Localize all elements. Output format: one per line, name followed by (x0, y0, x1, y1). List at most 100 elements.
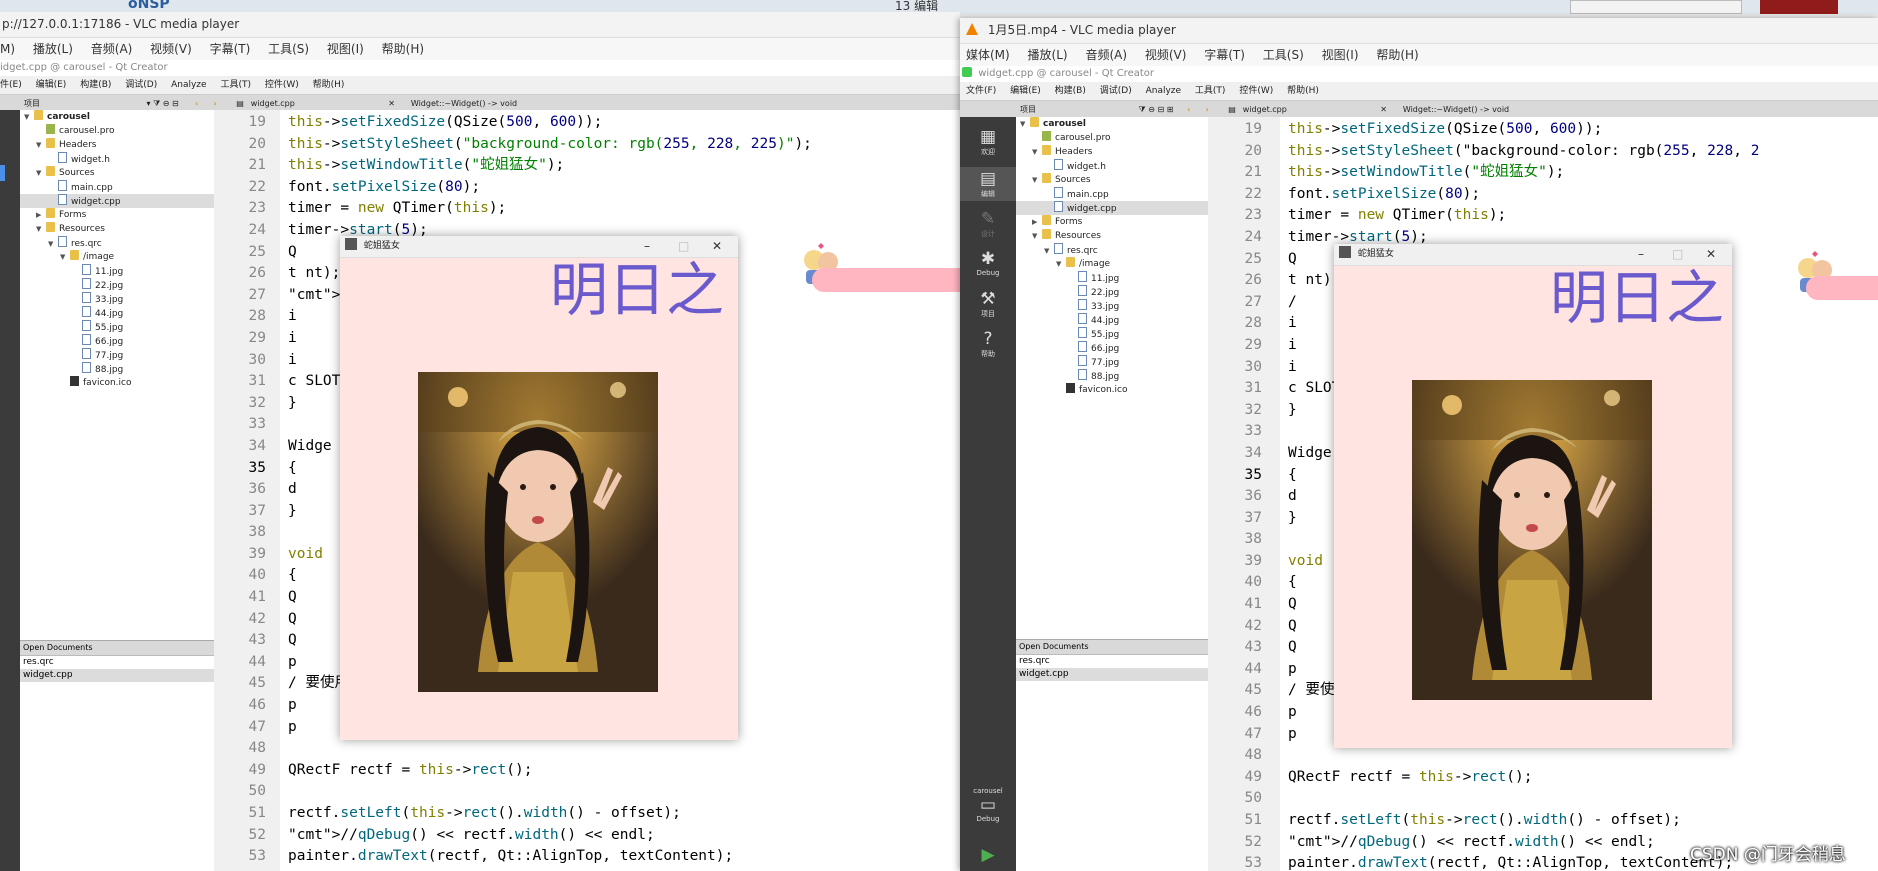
code-line[interactable]: rectf.setLeft(this->rect().width() - off… (1288, 810, 1878, 832)
maximize-icon[interactable]: □ (1672, 244, 1683, 265)
left-vlc-menu-3[interactable]: 视频(V) (150, 42, 192, 56)
code-line[interactable]: this->setStyleSheet("background-color: r… (288, 134, 960, 156)
tree-item[interactable]: ▼ carousel (1016, 117, 1208, 131)
mode-projects[interactable]: ⚒ 项目 (960, 289, 1016, 319)
code-line[interactable]: this->setWindowTitle("蛇姐猛女"); (288, 155, 960, 177)
open-doc-item[interactable]: res.qrc (20, 656, 214, 669)
expand-arrow-icon[interactable]: ▼ (1044, 244, 1054, 258)
left-vlc-menu-6[interactable]: 视图(I) (327, 42, 364, 56)
kit-selector[interactable]: carousel ▭ Debug (960, 787, 1016, 823)
tree-item[interactable]: 66.jpg (20, 334, 214, 348)
tree-item[interactable]: 55.jpg (1016, 327, 1208, 341)
tree-item[interactable]: 11.jpg (20, 264, 214, 278)
left-qt-menu-1[interactable]: 编辑(E) (36, 80, 67, 90)
code-line[interactable]: font.setPixelSize(80); (288, 177, 960, 199)
left-qt-menu-2[interactable]: 构建(B) (80, 80, 111, 90)
expand-arrow-icon[interactable]: ▼ (36, 166, 46, 180)
left-qt-menu-6[interactable]: 控件(W) (265, 80, 299, 90)
tree-item[interactable]: 88.jpg (20, 362, 214, 376)
tree-item[interactable]: ▼ Sources (20, 166, 214, 180)
right-vlc-menu-4[interactable]: 字幕(T) (1204, 48, 1245, 62)
tree-item[interactable]: 44.jpg (20, 306, 214, 320)
tree-item[interactable]: ▶ Forms (20, 208, 214, 222)
tree-item[interactable]: ▼ Resources (20, 222, 214, 236)
tree-item[interactable]: 66.jpg (1016, 341, 1208, 355)
right-qt-menu-1[interactable]: 编辑(E) (1010, 86, 1041, 96)
nav-back-icon[interactable]: ‹ (1187, 101, 1203, 118)
mode-design[interactable]: ✎ 设计 (960, 209, 1016, 239)
minimize-icon[interactable]: – (644, 236, 650, 257)
left-qt-menu-4[interactable]: Analyze (171, 80, 206, 90)
tree-item[interactable]: favicon.ico (1016, 383, 1208, 397)
right-file-tab[interactable]: widget.cpp (1243, 101, 1378, 118)
mode-debug[interactable]: ✱ Debug (960, 249, 1016, 277)
open-doc-item[interactable]: widget.cpp (20, 669, 214, 682)
code-line[interactable]: painter.drawText(rectf, Qt::AlignTop, te… (288, 846, 960, 868)
right-vlc-menu-0[interactable]: 媒体(M) (966, 48, 1010, 62)
right-vlc-menu-2[interactable]: 音频(A) (1085, 48, 1127, 62)
tree-item[interactable]: 77.jpg (20, 348, 214, 362)
code-line[interactable] (288, 738, 960, 760)
left-qt-menu-7[interactable]: 帮助(H) (313, 80, 345, 90)
code-line[interactable]: this->setWindowTitle("蛇姐猛女"); (1288, 162, 1878, 184)
maximize-icon[interactable]: □ (678, 236, 689, 257)
left-qt-menu-5[interactable]: 工具(T) (220, 80, 251, 90)
tree-item[interactable]: widget.h (20, 152, 214, 166)
left-mode-indicator-icon[interactable] (0, 165, 5, 181)
right-vlc-menu-5[interactable]: 工具(S) (1263, 48, 1304, 62)
right-vlc-menu-3[interactable]: 视频(V) (1145, 48, 1187, 62)
tree-item[interactable]: 22.jpg (1016, 285, 1208, 299)
left-vlc-menu-5[interactable]: 工具(S) (268, 42, 309, 56)
expand-arrow-icon[interactable]: ▼ (60, 250, 70, 264)
tree-item[interactable]: carousel.pro (1016, 131, 1208, 145)
code-line[interactable]: timer = new QTimer(this); (288, 198, 960, 220)
right-qt-menu-7[interactable]: 帮助(H) (1287, 86, 1319, 96)
code-line[interactable] (1288, 788, 1878, 810)
tree-item[interactable]: ▼ /image (1016, 257, 1208, 271)
collapse-arrow-icon[interactable]: ▶ (36, 208, 46, 222)
code-line[interactable]: font.setPixelSize(80); (1288, 184, 1878, 206)
expand-arrow-icon[interactable]: ▼ (1032, 229, 1042, 243)
right-vlc-menu-7[interactable]: 帮助(H) (1376, 48, 1418, 62)
right-app-window[interactable]: 蛇姐猛女 – □ ✕ 明日之 (1334, 244, 1732, 748)
tree-item[interactable]: 44.jpg (1016, 313, 1208, 327)
close-icon[interactable]: ✕ (1706, 244, 1716, 265)
code-line[interactable] (1288, 745, 1878, 767)
expand-arrow-icon[interactable]: ▼ (1032, 145, 1042, 159)
left-vlc-menu-2[interactable]: 音频(A) (91, 42, 133, 56)
tree-item[interactable]: ▼ carousel (20, 110, 214, 124)
tree-item[interactable]: 33.jpg (1016, 299, 1208, 313)
tree-item[interactable]: ▼ res.qrc (1016, 243, 1208, 257)
tree-item[interactable]: ▼ Headers (20, 138, 214, 152)
right-qt-menu-6[interactable]: 控件(W) (1239, 86, 1273, 96)
tree-item[interactable]: widget.h (1016, 159, 1208, 173)
code-line[interactable]: rectf.setLeft(this->rect().width() - off… (288, 803, 960, 825)
expand-arrow-icon[interactable]: ▼ (1032, 173, 1042, 187)
close-tab-icon[interactable]: ✕ (1380, 101, 1394, 118)
right-qt-menu-0[interactable]: 文件(F) (966, 86, 996, 96)
left-qt-menu-0[interactable]: 件(E) (0, 80, 22, 90)
close-icon[interactable]: ✕ (712, 236, 722, 257)
code-line[interactable]: this->setStyleSheet("background-color: r… (1288, 141, 1878, 163)
tree-item[interactable]: 77.jpg (1016, 355, 1208, 369)
left-vlc-menu-4[interactable]: 字幕(T) (210, 42, 251, 56)
tree-item[interactable]: 88.jpg (1016, 369, 1208, 383)
code-line[interactable]: QRectF rectf = this->rect(); (1288, 767, 1878, 789)
left-vlc-menu-1[interactable]: 播放(L) (33, 42, 73, 56)
code-line[interactable]: this->setFixedSize(QSize(500, 600)); (1288, 119, 1878, 141)
left-vlc-menu-7[interactable]: 帮助(H) (382, 42, 424, 56)
tree-item[interactable]: main.cpp (20, 180, 214, 194)
tree-item[interactable]: ▼ res.qrc (20, 236, 214, 250)
tree-item[interactable]: ▼ /image (20, 250, 214, 264)
right-qt-menu-2[interactable]: 构建(B) (1055, 86, 1086, 96)
right-vlc-menu-1[interactable]: 播放(L) (1028, 48, 1068, 62)
nav-forward-icon[interactable]: › (1206, 101, 1226, 118)
expand-arrow-icon[interactable]: ▼ (1056, 257, 1066, 271)
expand-arrow-icon[interactable]: ▼ (36, 138, 46, 152)
mode-edit[interactable]: ▤ 编辑 (960, 167, 1016, 201)
right-qt-menu-4[interactable]: Analyze (1146, 86, 1181, 96)
tree-item[interactable]: widget.cpp (1016, 201, 1208, 215)
tree-item[interactable]: carousel.pro (20, 124, 214, 138)
right-qt-menu-3[interactable]: 调试(D) (1100, 86, 1132, 96)
expand-arrow-icon[interactable]: ▼ (36, 222, 46, 236)
